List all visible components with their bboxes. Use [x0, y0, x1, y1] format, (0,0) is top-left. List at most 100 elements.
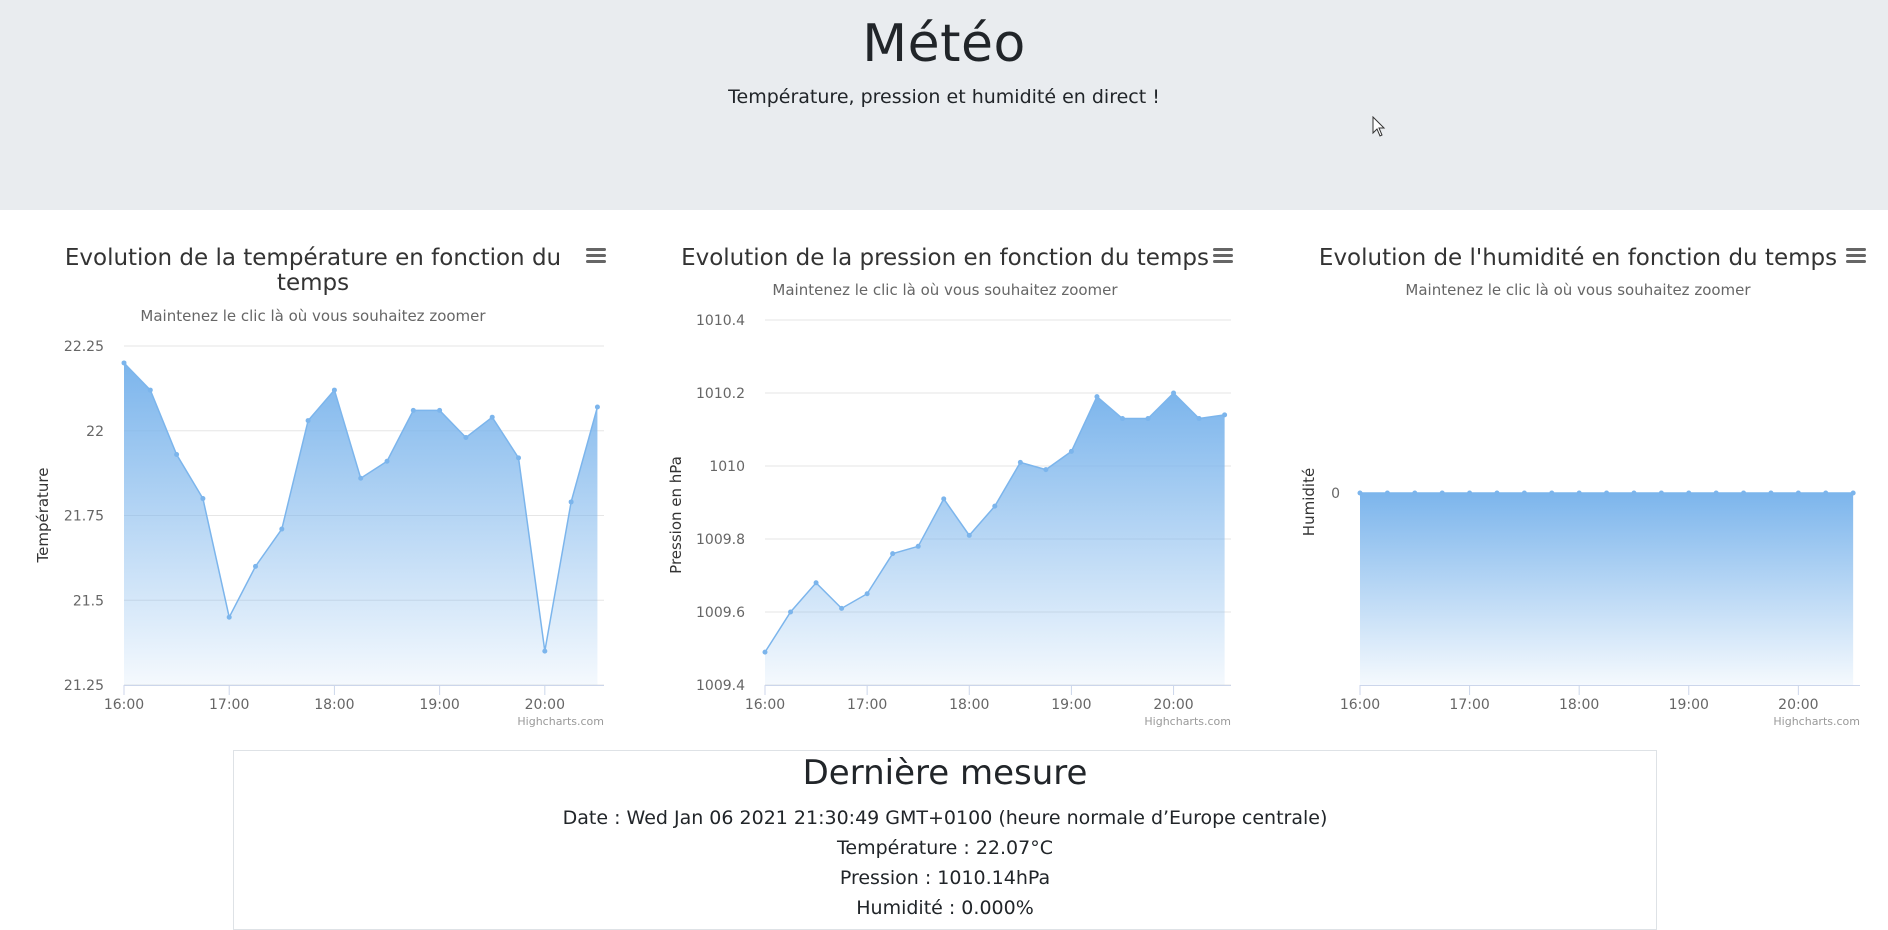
data-point: [1357, 490, 1363, 496]
chart-title-line: Evolution de la pression en fonction du …: [681, 245, 1209, 271]
data-point: [1494, 490, 1500, 496]
temperature-chart[interactable]: Evolution de la température en fonction …: [28, 230, 618, 730]
data-point: [568, 499, 574, 505]
humidity-chart[interactable]: Evolution de l'humidité en fonction du t…: [1286, 230, 1878, 730]
data-point: [992, 503, 998, 509]
y-axis-label: Pression en hPa: [667, 456, 685, 574]
data-point: [358, 475, 364, 481]
data-point: [1549, 490, 1555, 496]
x-tick-label: 17:00: [1449, 697, 1489, 713]
data-point: [226, 614, 232, 620]
header-banner: Météo Température, pression et humidité …: [0, 0, 1888, 210]
data-point: [1439, 490, 1445, 496]
data-point: [1017, 459, 1023, 465]
chart-title-line: temps: [277, 270, 349, 296]
y-tick-label: 22: [86, 424, 104, 440]
credits-link[interactable]: Highcharts.com: [1773, 715, 1860, 728]
x-tick-label: 16:00: [745, 697, 785, 713]
chart-subtitle: Maintenez le clic là où vous souhaitez z…: [1405, 281, 1751, 299]
data-point: [1384, 490, 1390, 496]
y-tick-label: 21.25: [64, 678, 104, 694]
last-measurement-panel: Dernière mesure Date : Wed Jan 06 2021 2…: [233, 750, 1657, 930]
data-point: [305, 418, 311, 424]
x-tick-label: 19:00: [419, 697, 459, 713]
data-point: [813, 580, 819, 586]
data-point: [1068, 448, 1074, 454]
chart-subtitle: Maintenez le clic là où vous souhaitez z…: [140, 307, 486, 325]
data-point: [279, 526, 285, 532]
page-title: Météo: [862, 14, 1026, 74]
chart-menu-icon[interactable]: [584, 244, 608, 266]
data-point: [463, 435, 469, 441]
data-point: [1171, 390, 1177, 396]
x-tick-label: 19:00: [1051, 697, 1091, 713]
y-tick-label: 1009.4: [696, 678, 745, 694]
y-tick-label: 1010.4: [696, 313, 745, 329]
chart-svg: Evolution de la pression en fonction du …: [667, 244, 1235, 728]
data-point: [1658, 490, 1664, 496]
chart-menu-icon[interactable]: [1211, 244, 1235, 266]
data-point: [1850, 490, 1856, 496]
data-point: [1823, 490, 1829, 496]
data-point: [200, 496, 206, 502]
x-tick-label: 20:00: [1778, 697, 1818, 713]
data-point: [1094, 394, 1100, 400]
chart-title-line: Evolution de l'humidité en fonction du t…: [1319, 245, 1837, 271]
data-point: [489, 414, 495, 420]
data-point: [174, 451, 180, 457]
data-point: [1631, 490, 1637, 496]
data-point: [1145, 416, 1151, 422]
data-point: [147, 387, 153, 393]
last-measurement-title: Dernière mesure: [802, 753, 1088, 793]
data-point: [1222, 412, 1228, 418]
y-tick-label: 1010: [709, 459, 745, 475]
x-tick-label: 18:00: [314, 697, 354, 713]
last-humidity: Humidité : 0.000%: [856, 897, 1034, 919]
chart-svg: Evolution de la température en fonction …: [34, 244, 608, 728]
mouse-cursor-icon: [1372, 116, 1386, 137]
data-point: [1521, 490, 1527, 496]
data-point: [1741, 490, 1747, 496]
data-point: [437, 407, 443, 413]
pressure-chart[interactable]: Evolution de la pression en fonction du …: [655, 230, 1245, 730]
last-pressure: Pression : 1010.14hPa: [839, 867, 1051, 889]
y-tick-label: 22.25: [64, 339, 104, 355]
credits-link[interactable]: Highcharts.com: [517, 715, 604, 728]
last-date: Date : Wed Jan 06 2021 21:30:49 GMT+0100…: [562, 807, 1328, 829]
data-point: [1686, 490, 1692, 496]
data-point: [890, 551, 896, 557]
data-point: [331, 387, 337, 393]
x-tick-label: 18:00: [1559, 697, 1599, 713]
data-point: [788, 609, 794, 615]
x-tick-label: 17:00: [209, 697, 249, 713]
data-point: [1467, 490, 1473, 496]
y-tick-label: 21.5: [73, 593, 104, 609]
y-tick-label: 21.75: [64, 509, 104, 525]
chart-menu-icon[interactable]: [1844, 244, 1868, 266]
data-point: [839, 605, 845, 611]
y-tick-label: 1009.8: [696, 532, 745, 548]
y-tick-label: 1009.6: [696, 605, 745, 621]
x-tick-label: 16:00: [104, 697, 144, 713]
data-point: [594, 404, 600, 410]
x-tick-label: 20:00: [525, 697, 565, 713]
x-tick-label: 19:00: [1669, 697, 1709, 713]
data-point: [864, 591, 870, 597]
y-tick-label: 0: [1331, 486, 1340, 502]
data-point: [516, 455, 522, 461]
data-point: [542, 648, 548, 654]
chart-title-line: Evolution de la température en fonction …: [65, 245, 561, 271]
data-point: [1604, 490, 1610, 496]
y-axis-label: Température: [34, 467, 52, 563]
page-subtitle: Température, pression et humidité en dir…: [728, 86, 1160, 108]
data-point: [1119, 416, 1125, 422]
y-tick-label: 1010.2: [696, 386, 745, 402]
data-point: [966, 532, 972, 538]
data-point: [253, 563, 259, 569]
x-tick-label: 16:00: [1340, 697, 1380, 713]
data-point: [762, 649, 768, 655]
series-area: [1360, 493, 1854, 685]
credits-link[interactable]: Highcharts.com: [1144, 715, 1231, 728]
data-point: [941, 496, 947, 502]
data-point: [1768, 490, 1774, 496]
